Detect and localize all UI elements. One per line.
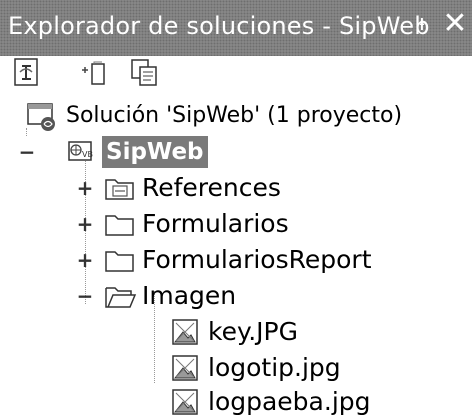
formularios-label: Formularios [142,209,289,238]
key-jpg-label: key.JPG [208,317,298,346]
solution-explorer-window: Explorador de soluciones - SipWeb ᵼ ✕ So… [0,0,472,416]
pin-icon[interactable]: ᵼ [411,10,433,38]
collapse-icon[interactable]: − [76,278,94,314]
solution-label: Solución 'SipWeb' (1 proyecto) [66,103,403,128]
tree-item-formulariosreport[interactable]: + FormulariosReport [0,242,472,278]
close-icon[interactable]: ✕ [442,9,468,39]
show-all-files-icon [82,61,105,85]
tree-item-references[interactable]: + References [0,170,472,206]
toolbar [0,56,472,96]
web-project-icon: VB [68,141,93,161]
tree-item-solution[interactable]: Solución 'SipWeb' (1 proyecto) [0,98,472,134]
properties-icon [14,58,38,86]
expand-icon[interactable]: + [76,170,94,206]
imagen-label: Imagen [142,281,237,310]
tree-item-logpaeba-jpg[interactable]: logpaeba.jpg [0,384,472,420]
references-folder-icon [105,179,134,200]
svg-text:VB: VB [82,150,93,159]
project-label: SipWeb [102,136,208,168]
tree-item-key-jpg[interactable]: key.JPG [0,314,472,350]
tree-item-formularios[interactable]: + Formularios [0,206,472,242]
logpaeba-jpg-label: logpaeba.jpg [208,387,371,416]
folder-icon [105,251,134,272]
references-label: References [142,173,281,202]
refresh-button[interactable] [128,56,162,92]
solution-icon [27,103,55,131]
collapse-icon[interactable]: − [18,134,36,170]
folder-icon [105,215,134,236]
refresh-icon [131,59,157,86]
open-folder-icon [105,287,137,308]
window-title: Explorador de soluciones - SipWeb [8,12,430,40]
image-file-icon [172,389,198,415]
tree-item-imagen[interactable]: − Imagen [0,278,472,314]
expand-icon[interactable]: + [76,242,94,278]
expand-icon[interactable]: + [76,206,94,242]
solution-tree: Solución 'SipWeb' (1 proyecto) − VB SipW… [0,96,472,416]
image-file-icon [172,355,198,381]
image-file-icon [172,319,198,345]
title-bar[interactable]: Explorador de soluciones - SipWeb ᵼ ✕ [0,0,472,56]
properties-button[interactable] [12,56,46,92]
formulariosreport-label: FormulariosReport [142,245,372,274]
show-all-files-button[interactable] [76,56,110,92]
tree-item-project[interactable]: − VB SipWeb [0,134,472,170]
tree-item-logotip-jpg[interactable]: logotip.jpg [0,350,472,386]
logotip-jpg-label: logotip.jpg [208,353,341,382]
